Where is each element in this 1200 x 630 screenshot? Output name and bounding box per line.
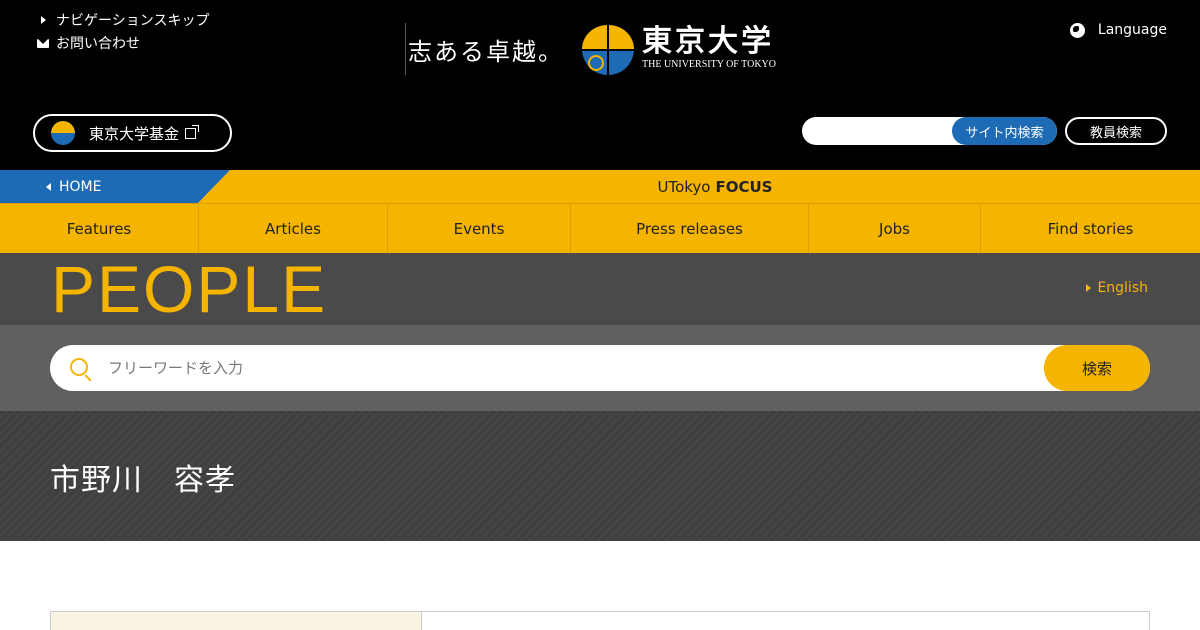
- faculty-search-button[interactable]: 教員検索: [1065, 117, 1167, 145]
- site-header: ナビゲーションスキップ お問い合わせ 志ある卓越。 東京大学 THE UNIVE…: [0, 0, 1200, 170]
- motto-text: 志ある卓越。: [405, 23, 564, 75]
- fund-button[interactable]: 東京大学基金: [33, 114, 232, 152]
- contact-link[interactable]: お問い合わせ: [34, 33, 209, 53]
- nav-item-jobs[interactable]: Jobs: [809, 204, 981, 253]
- section-title: PEOPLE: [51, 252, 328, 326]
- utility-links: ナビゲーションスキップ お問い合わせ: [34, 10, 209, 56]
- site-search: サイト内検索: [802, 117, 1057, 145]
- main-nav: Features Articles Events Press releases …: [0, 203, 1200, 253]
- globe-icon: [1069, 22, 1085, 38]
- external-link-icon: [185, 124, 200, 139]
- focus-bar: UTokyo FOCUS HOME: [0, 170, 1200, 203]
- profile-name-band: 市野川 容孝: [0, 411, 1200, 541]
- chevron-right-icon: [34, 16, 52, 24]
- home-link[interactable]: HOME: [0, 170, 230, 203]
- profile-card-left: [50, 611, 422, 630]
- profile-card-right: [421, 611, 1150, 630]
- nav-item-features[interactable]: Features: [0, 204, 199, 253]
- english-link[interactable]: English: [1086, 280, 1148, 296]
- people-search-band: 検索: [0, 325, 1200, 411]
- fund-logo-icon: [51, 121, 75, 145]
- chevron-right-icon: [1086, 284, 1092, 292]
- university-name: 東京大学 THE UNIVERSITY OF TOKYO: [642, 24, 776, 71]
- people-search-input[interactable]: [108, 345, 1068, 391]
- skip-navigation-link[interactable]: ナビゲーションスキップ: [34, 10, 209, 30]
- profile-name: 市野川 容孝: [50, 463, 236, 498]
- people-search: 検索: [50, 345, 1150, 391]
- nav-item-articles[interactable]: Articles: [199, 204, 388, 253]
- university-logo[interactable]: 志ある卓越。 東京大学 THE UNIVERSITY OF TOKYO: [405, 20, 776, 78]
- nav-item-find-stories[interactable]: Find stories: [981, 204, 1200, 253]
- nav-item-press-releases[interactable]: Press releases: [571, 204, 809, 253]
- ginkgo-emblem-icon: [582, 23, 634, 75]
- envelope-icon: [34, 38, 52, 48]
- site-search-input[interactable]: [802, 117, 952, 145]
- language-selector[interactable]: Language: [1069, 22, 1167, 38]
- people-header: PEOPLE English: [0, 253, 1200, 325]
- people-search-button[interactable]: 検索: [1044, 345, 1150, 391]
- search-icon: [70, 358, 88, 376]
- chevron-left-icon: [46, 182, 51, 191]
- site-search-button[interactable]: サイト内検索: [952, 117, 1057, 145]
- nav-item-events[interactable]: Events: [388, 204, 571, 253]
